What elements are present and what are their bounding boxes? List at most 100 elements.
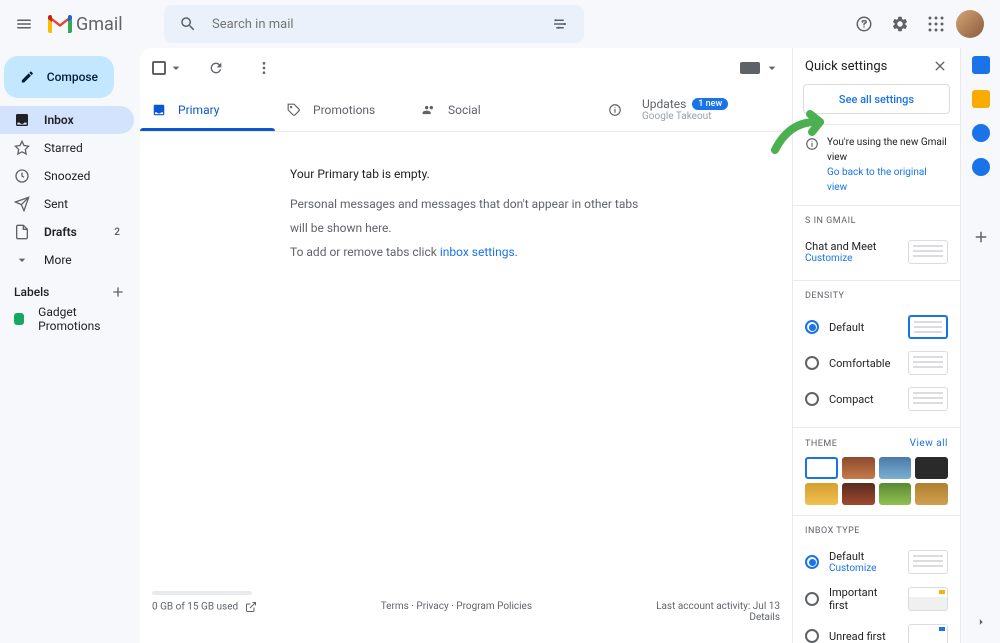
inbox-icon xyxy=(14,112,30,128)
header-actions xyxy=(848,8,992,40)
calendar-app-icon[interactable] xyxy=(972,56,990,74)
go-back-link[interactable]: Go back to the original view xyxy=(827,165,948,195)
add-label-icon[interactable] xyxy=(110,284,126,300)
theme-tile[interactable] xyxy=(915,457,948,479)
contacts-app-icon[interactable] xyxy=(972,158,990,176)
nav-drafts[interactable]: Drafts 2 xyxy=(0,218,134,246)
see-all-settings-button[interactable]: See all settings xyxy=(803,84,950,114)
info-icon[interactable] xyxy=(608,103,622,117)
account-avatar[interactable] xyxy=(956,10,984,38)
dropdown-icon[interactable] xyxy=(764,60,780,76)
input-tools-button[interactable] xyxy=(740,62,760,74)
customize-link[interactable]: Customize xyxy=(829,563,898,574)
tasks-app-icon[interactable] xyxy=(972,124,990,142)
clock-icon xyxy=(14,168,30,184)
search-icon[interactable] xyxy=(172,8,204,40)
close-icon[interactable] xyxy=(932,58,948,74)
sidebar: Compose Inbox Starred Snoozed Sent Draft… xyxy=(0,48,140,643)
storage-text: 0 GB of 15 GB used xyxy=(152,601,257,623)
preview-thumbnail xyxy=(908,587,948,611)
radio-icon xyxy=(805,320,819,334)
preview-thumbnail xyxy=(908,315,948,339)
apps-grid-icon[interactable] xyxy=(920,8,952,40)
tag-icon xyxy=(287,103,301,117)
file-icon xyxy=(14,224,30,240)
external-link-icon[interactable] xyxy=(245,601,257,613)
radio-icon xyxy=(805,356,819,370)
nav-more[interactable]: More xyxy=(0,246,134,274)
inbox-type-unread[interactable]: Unread first xyxy=(805,618,948,643)
toolbar xyxy=(140,48,792,88)
nav-snoozed[interactable]: Snoozed xyxy=(0,162,134,190)
theme-tile[interactable] xyxy=(842,457,875,479)
density-comfortable[interactable]: Comfortable xyxy=(805,345,948,381)
labels-header: Labels xyxy=(0,274,140,306)
select-all[interactable] xyxy=(152,60,184,76)
quick-settings-panel: Quick settings See all settings You're u… xyxy=(792,48,960,643)
nav-inbox[interactable]: Inbox xyxy=(0,106,134,134)
empty-title: Your Primary tab is empty. xyxy=(290,162,642,186)
preview-thumbnail xyxy=(908,240,948,264)
theme-tile[interactable] xyxy=(805,457,838,479)
label-item[interactable]: Gadget Promotions xyxy=(0,306,140,332)
details-link[interactable]: Details xyxy=(656,612,780,623)
storage-bar xyxy=(152,591,252,595)
radio-icon xyxy=(805,555,819,569)
category-tabs: Primary Promotions Social Updates 1 new … xyxy=(140,88,792,132)
keep-app-icon[interactable] xyxy=(972,90,990,108)
theme-tile[interactable] xyxy=(879,483,912,505)
search-bar[interactable] xyxy=(164,5,584,43)
policies-link[interactable]: Program Policies xyxy=(456,601,532,612)
search-input[interactable] xyxy=(204,17,544,32)
checkbox-icon xyxy=(152,61,166,75)
gmail-logo[interactable]: Gmail xyxy=(48,14,148,35)
tab-promotions[interactable]: Promotions xyxy=(275,88,410,131)
tab-primary[interactable]: Primary xyxy=(140,88,275,131)
customize-link[interactable]: Customize xyxy=(805,253,898,264)
inbox-settings-link[interactable]: inbox settings xyxy=(440,245,515,259)
tab-social[interactable]: Social xyxy=(410,88,545,131)
compose-label: Compose xyxy=(47,70,98,84)
product-name: Gmail xyxy=(76,14,123,35)
main-menu-button[interactable] xyxy=(8,8,40,40)
privacy-link[interactable]: Privacy xyxy=(416,601,448,612)
refresh-button[interactable] xyxy=(200,52,232,84)
tab-updates[interactable]: Updates 1 new Google Takeout xyxy=(630,97,780,122)
footer-links: Terms · Privacy · Program Policies xyxy=(381,601,532,623)
star-icon xyxy=(14,140,30,156)
support-icon[interactable] xyxy=(848,8,880,40)
preview-thumbnail xyxy=(908,624,948,643)
more-button[interactable] xyxy=(248,52,280,84)
send-icon xyxy=(14,196,30,212)
terms-link[interactable]: Terms xyxy=(381,601,409,612)
empty-line1: Personal messages and messages that don'… xyxy=(290,192,642,240)
settings-icon[interactable] xyxy=(884,8,916,40)
nav-sent[interactable]: Sent xyxy=(0,190,134,218)
inbox-icon xyxy=(152,103,166,117)
empty-state: Your Primary tab is empty. Personal mess… xyxy=(140,132,792,294)
view-all-themes-link[interactable]: View all xyxy=(910,438,948,449)
radio-icon xyxy=(805,592,819,606)
theme-tile[interactable] xyxy=(805,483,838,505)
collapse-panel-icon[interactable] xyxy=(974,615,988,629)
theme-tile[interactable] xyxy=(915,483,948,505)
inbox-type-default[interactable]: Default Customize xyxy=(805,544,948,580)
side-app-bar xyxy=(960,48,1000,643)
theme-tile[interactable] xyxy=(879,457,912,479)
apps-section: S IN GMAIL Chat and Meet Customize xyxy=(793,205,960,280)
chat-meet-row: Chat and Meet Customize xyxy=(805,234,948,270)
search-options-icon[interactable] xyxy=(544,8,576,40)
add-app-icon[interactable] xyxy=(972,228,990,246)
compose-button[interactable]: Compose xyxy=(4,56,114,98)
nav-starred[interactable]: Starred xyxy=(0,134,134,162)
theme-section: THEME View all xyxy=(793,427,960,515)
label-color-icon xyxy=(14,313,24,325)
inbox-type-important[interactable]: Important first xyxy=(805,580,948,618)
density-compact[interactable]: Compact xyxy=(805,381,948,417)
density-default[interactable]: Default xyxy=(805,309,948,345)
dropdown-icon xyxy=(168,60,184,76)
settings-header: Quick settings xyxy=(793,48,960,84)
theme-tile[interactable] xyxy=(842,483,875,505)
theme-grid xyxy=(805,457,948,505)
people-icon xyxy=(422,103,436,117)
